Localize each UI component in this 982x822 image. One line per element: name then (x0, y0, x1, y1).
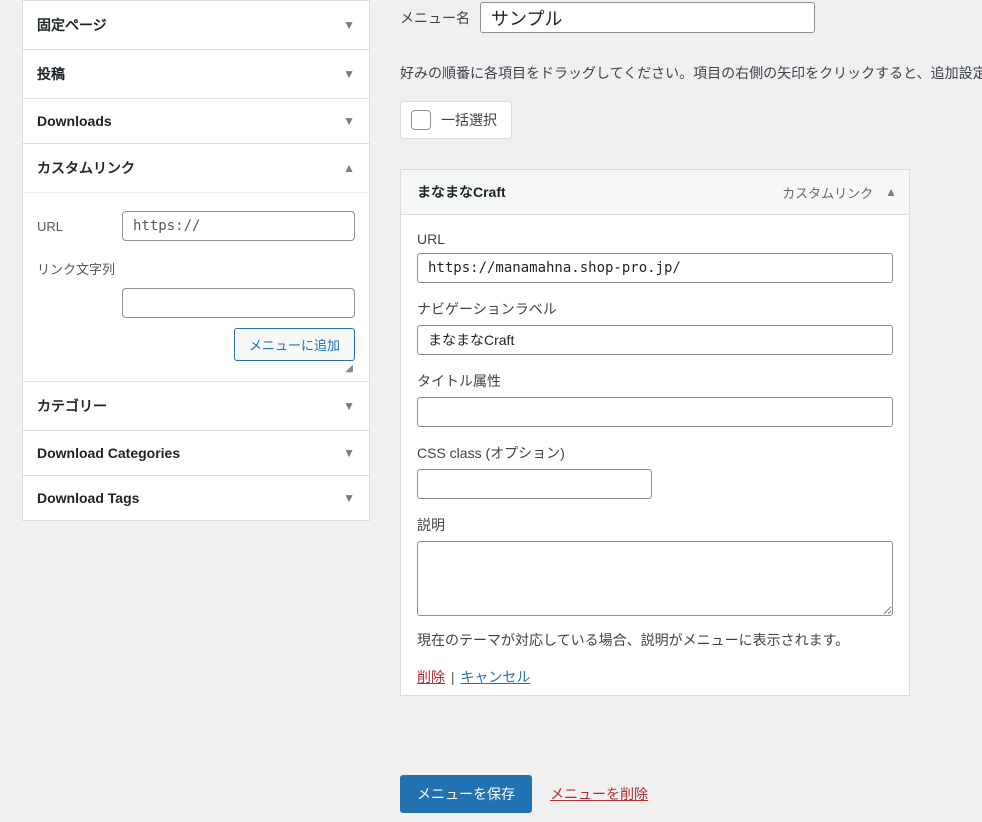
item-css-class-input[interactable] (417, 469, 652, 499)
item-nav-label-label: ナビゲーションラベル (417, 299, 893, 319)
instruction-text: 好みの順番に各項目をドラッグしてください。項目の右側の矢印をクリックすると、追加… (400, 63, 982, 83)
accordion-categories[interactable]: カテゴリー ▼ (23, 382, 369, 430)
accordion-custom-link-title: カスタムリンク (37, 158, 135, 178)
accordion-pages-title: 固定ページ (37, 15, 107, 35)
resize-handle-icon[interactable]: ◢ (37, 365, 355, 373)
chevron-up-icon: ▲ (343, 161, 355, 175)
bulk-select-label: 一括選択 (441, 110, 497, 130)
chevron-down-icon: ▼ (343, 446, 355, 460)
item-url-input[interactable] (417, 253, 893, 283)
accordion-posts-title: 投稿 (37, 64, 65, 84)
item-description-textarea[interactable] (417, 541, 893, 616)
accordion-pages[interactable]: 固定ページ ▼ (23, 1, 369, 49)
item-description-label: 説明 (417, 515, 893, 535)
menu-item-header[interactable]: まなまなCraft カスタムリンク ▲ (401, 170, 909, 215)
accordion-downloads-title: Downloads (37, 113, 112, 129)
add-to-menu-button[interactable]: メニューに追加 (234, 328, 355, 361)
bulk-select-checkbox[interactable] (411, 110, 431, 130)
item-cancel-link[interactable]: キャンセル (460, 669, 530, 685)
accordion-categories-title: カテゴリー (37, 396, 107, 416)
custom-link-url-input[interactable] (122, 211, 355, 241)
chevron-up-icon[interactable]: ▲ (885, 185, 897, 199)
chevron-down-icon: ▼ (343, 67, 355, 81)
save-menu-button[interactable]: メニューを保存 (400, 775, 532, 813)
accordion-downloads[interactable]: Downloads ▼ (23, 99, 369, 143)
accordion-posts[interactable]: 投稿 ▼ (23, 50, 369, 98)
chevron-down-icon: ▼ (343, 18, 355, 32)
bulk-select[interactable]: 一括選択 (400, 101, 512, 139)
item-url-label: URL (417, 231, 893, 247)
accordion-download-categories[interactable]: Download Categories ▼ (23, 431, 369, 475)
custom-link-text-input[interactable] (122, 288, 355, 318)
menu-item-type: カスタムリンク (782, 183, 873, 202)
item-title-attr-input[interactable] (417, 397, 893, 427)
menu-item-title: まなまなCraft (417, 182, 782, 202)
accordion-download-tags[interactable]: Download Tags ▼ (23, 476, 369, 520)
item-description-hint: 現在のテーマが対応している場合、説明がメニューに表示されます。 (417, 629, 893, 651)
menu-name-input[interactable] (480, 2, 815, 33)
item-title-attr-label: タイトル属性 (417, 371, 893, 391)
item-nav-label-input[interactable] (417, 325, 893, 355)
item-delete-link[interactable]: 削除 (417, 669, 445, 685)
accordion-download-tags-title: Download Tags (37, 490, 139, 506)
separator: | (451, 669, 455, 685)
menu-name-label: メニュー名 (400, 8, 470, 28)
accordion-custom-link[interactable]: カスタムリンク ▲ (23, 144, 369, 192)
custom-link-text-label: リンク文字列 (37, 259, 122, 278)
accordion-download-categories-title: Download Categories (37, 445, 180, 461)
chevron-down-icon: ▼ (343, 114, 355, 128)
chevron-down-icon: ▼ (343, 399, 355, 413)
chevron-down-icon: ▼ (343, 491, 355, 505)
delete-menu-link[interactable]: メニューを削除 (550, 784, 648, 804)
item-css-class-label: CSS class (オプション) (417, 443, 893, 463)
custom-link-url-label: URL (37, 219, 122, 234)
